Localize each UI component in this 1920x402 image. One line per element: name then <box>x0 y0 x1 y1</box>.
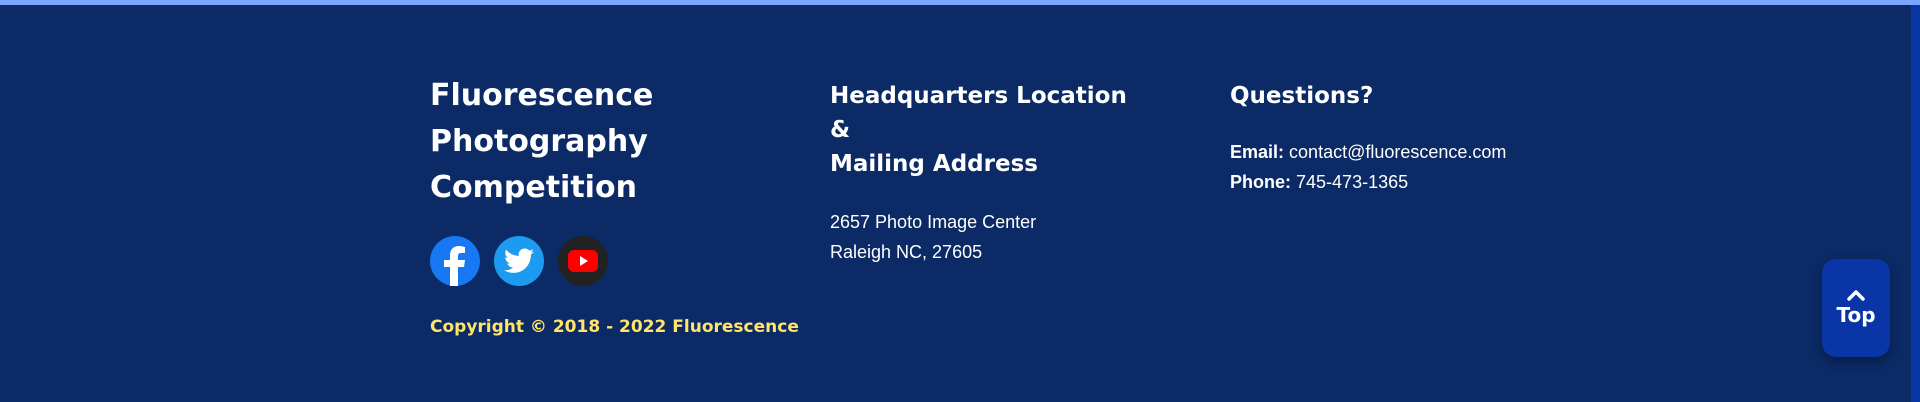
headquarters-heading-line-2: Mailing Address <box>830 151 1038 177</box>
copyright-text: Copyright © 2018 - 2022 Fluorescence <box>430 317 799 337</box>
mailing-address: 2657 Photo Image Center Raleigh NC, 2760… <box>830 207 1150 267</box>
headquarters-heading-line-1: Headquarters Location & <box>830 83 1127 143</box>
email-label: Email: <box>1230 142 1285 162</box>
phone-row: Phone: 745-473-1365 <box>1230 167 1610 197</box>
facebook-link[interactable] <box>430 236 480 286</box>
phone-label: Phone: <box>1230 172 1291 192</box>
youtube-icon <box>568 250 598 272</box>
brand-line-2: Photography <box>430 124 648 159</box>
brand-column: Fluorescence Photography Competition <box>430 73 690 211</box>
social-links <box>430 236 608 286</box>
brand-line-1: Fluorescence <box>430 78 654 113</box>
headquarters-column: Headquarters Location & Mailing Address … <box>830 79 1150 267</box>
email-link[interactable]: contact@fluorescence.com <box>1289 142 1506 162</box>
questions-column: Questions? Email: contact@fluorescence.c… <box>1230 79 1610 197</box>
twitter-link[interactable] <box>494 236 544 286</box>
address-line-2: Raleigh NC, 27605 <box>830 242 983 262</box>
contact-info: Email: contact@fluorescence.com Phone: 7… <box>1230 137 1610 197</box>
chevron-up-icon <box>1847 290 1865 301</box>
youtube-link[interactable] <box>558 236 608 286</box>
site-footer: Fluorescence Photography Competition Hea… <box>0 5 1920 402</box>
address-line-1: 2657 Photo Image Center <box>830 212 1037 232</box>
phone-link[interactable]: 745-473-1365 <box>1296 172 1408 192</box>
questions-heading: Questions? <box>1230 83 1374 109</box>
email-row: Email: contact@fluorescence.com <box>1230 137 1610 167</box>
twitter-icon <box>504 248 534 273</box>
brand-line-3: Competition <box>430 170 637 205</box>
back-to-top-button[interactable]: Top <box>1822 259 1890 357</box>
back-to-top-label: Top <box>1836 303 1876 327</box>
facebook-icon <box>444 246 465 286</box>
